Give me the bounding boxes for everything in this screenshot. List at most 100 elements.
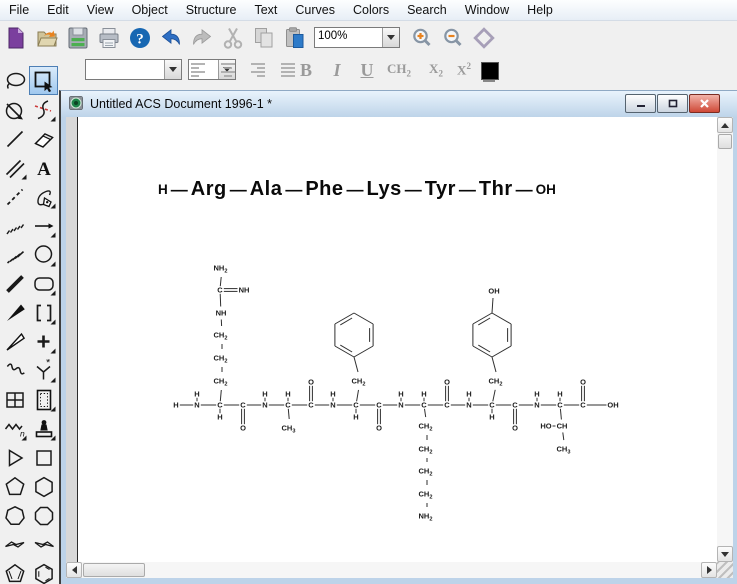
align-right-button[interactable]	[245, 58, 271, 82]
tool-rounded-rect[interactable]	[29, 269, 58, 298]
tool-ring-8[interactable]	[29, 501, 58, 530]
tool-wavy-bond[interactable]	[0, 356, 29, 385]
copy-button[interactable]	[248, 23, 279, 52]
subscript-button[interactable]: X2	[422, 58, 450, 82]
vertical-scroll-thumb[interactable]	[718, 134, 732, 149]
menu-item-window[interactable]: Window	[456, 1, 518, 19]
tool-arrow[interactable]	[29, 211, 58, 240]
tool-hash-bond[interactable]	[0, 211, 29, 240]
restore-button[interactable]	[657, 94, 688, 113]
tool-plus[interactable]	[29, 327, 58, 356]
undo-icon	[161, 28, 180, 45]
tool-ring-4[interactable]	[29, 443, 58, 472]
open-button[interactable]	[31, 23, 62, 52]
menu-item-file[interactable]: File	[0, 1, 38, 19]
zoom-in-button[interactable]	[406, 23, 437, 52]
zoom-dropdown-button[interactable]	[382, 28, 399, 47]
tool-radical[interactable]: *	[29, 356, 58, 385]
tool-rotate[interactable]	[0, 95, 29, 124]
drawing-canvas[interactable]: H — Arg — Ala — Phe — Lys — Tyr — Thr — OH HNCCNCCNCCN…	[66, 117, 717, 562]
tool-eraser[interactable]	[29, 124, 58, 153]
menu-item-text[interactable]: Text	[245, 1, 286, 19]
shape-diamond-button[interactable]	[468, 23, 499, 52]
tool-hollow-wedge[interactable]	[0, 327, 29, 356]
tool-marquee[interactable]	[29, 66, 58, 95]
tool-ring-3[interactable]	[0, 443, 29, 472]
formula-button[interactable]: CH2	[385, 58, 413, 82]
tool-multiple-bond[interactable]	[29, 95, 58, 124]
tool-ring-cp[interactable]	[0, 559, 29, 584]
scroll-down-button[interactable]	[717, 546, 733, 562]
close-button[interactable]	[689, 94, 720, 113]
italic-button[interactable]: I	[323, 58, 351, 82]
scroll-left-button[interactable]	[66, 562, 82, 578]
tool-bold-bond[interactable]	[0, 269, 29, 298]
superscript-button[interactable]: X2	[450, 58, 478, 82]
ring-7-icon	[4, 505, 25, 525]
scroll-up-button[interactable]	[717, 117, 733, 133]
triangle-left-icon	[71, 566, 77, 574]
minimize-button[interactable]	[625, 94, 656, 113]
menu-item-curves[interactable]: Curves	[286, 1, 344, 19]
tool-wedge[interactable]	[0, 298, 29, 327]
tool-chair-1[interactable]	[0, 530, 29, 559]
color-swatch-button[interactable]	[481, 62, 499, 80]
underline-button[interactable]: U	[353, 58, 381, 82]
tool-chair-2[interactable]	[29, 530, 58, 559]
resize-grip[interactable]	[717, 562, 733, 578]
save-button[interactable]	[62, 23, 93, 52]
tool-pen[interactable]	[29, 182, 58, 211]
horizontal-scrollbar[interactable]	[66, 562, 717, 578]
horizontal-scroll-thumb[interactable]	[83, 563, 145, 577]
menu-item-search[interactable]: Search	[398, 1, 456, 19]
zoom-level-value[interactable]: 100%	[315, 28, 382, 47]
tool-text[interactable]: A	[29, 153, 58, 182]
svg-text:C: C	[489, 401, 495, 410]
tool-bond[interactable]	[0, 124, 29, 153]
svg-text:CH2: CH2	[214, 377, 228, 388]
tool-brackets[interactable]	[29, 298, 58, 327]
menu-item-view[interactable]: View	[78, 1, 123, 19]
tool-chain[interactable]: n	[0, 414, 29, 443]
ring-6-icon	[34, 476, 53, 497]
menu-item-help[interactable]: Help	[518, 1, 562, 19]
tool-table[interactable]	[0, 385, 29, 414]
zoom-level-combobox[interactable]: 100%	[314, 27, 400, 48]
cut-button[interactable]	[217, 23, 248, 52]
svg-text:CH: CH	[557, 422, 568, 431]
undo-button[interactable]	[155, 23, 186, 52]
tool-dashed-bond[interactable]	[0, 182, 29, 211]
document-titlebar[interactable]: Untitled ACS Document 1996-1 *	[61, 91, 737, 117]
scroll-right-button[interactable]	[701, 562, 717, 578]
tool-ring-7[interactable]	[0, 501, 29, 530]
help-button[interactable]: ?	[124, 23, 155, 52]
font-family-value[interactable]	[86, 60, 164, 79]
menu-item-structure[interactable]: Structure	[177, 1, 246, 19]
tool-ellipse[interactable]	[29, 240, 58, 269]
menu-item-colors[interactable]: Colors	[344, 1, 398, 19]
menu-item-object[interactable]: Object	[123, 1, 177, 19]
ring-5-icon	[4, 476, 25, 495]
font-dropdown-button[interactable]	[164, 60, 181, 79]
align-center-button[interactable]	[215, 58, 241, 82]
redo-button[interactable]	[186, 23, 217, 52]
tool-double-bond[interactable]	[0, 153, 29, 182]
menu-item-edit[interactable]: Edit	[38, 1, 78, 19]
vertical-scrollbar[interactable]	[717, 117, 733, 562]
align-left-button[interactable]	[185, 58, 211, 82]
tool-lasso[interactable]	[0, 66, 29, 95]
font-family-combobox[interactable]	[85, 59, 182, 80]
tool-tlc-plate[interactable]	[29, 385, 58, 414]
zoom-out-button[interactable]	[437, 23, 468, 52]
chair-1-icon	[4, 540, 24, 548]
molecule-structure[interactable]: H N C C N C C N C C N C C N C C N C C OHHHH H HHH H HHH HOOOOOOC…	[66, 117, 717, 562]
tool-ring-5[interactable]	[0, 472, 29, 501]
tool-benzene[interactable]	[29, 559, 58, 584]
paste-button[interactable]	[279, 23, 310, 52]
tool-ring-6[interactable]	[29, 472, 58, 501]
bold-button[interactable]: B	[292, 58, 320, 82]
new-document-button[interactable]	[0, 23, 31, 52]
tool-stamp[interactable]	[29, 414, 58, 443]
tool-hashed-wedge[interactable]	[0, 240, 29, 269]
print-button[interactable]	[93, 23, 124, 52]
